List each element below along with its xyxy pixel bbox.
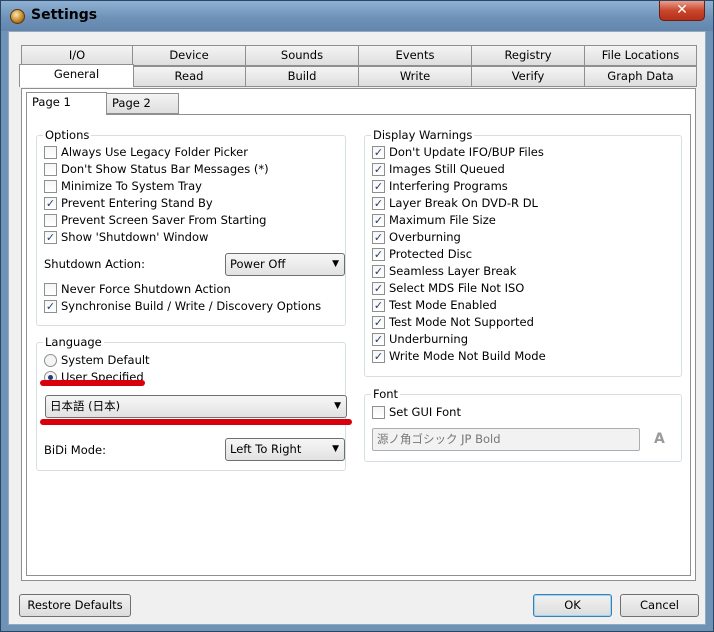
checkbox[interactable] [44, 163, 57, 176]
bidi-mode-label: BiDi Mode: [44, 443, 106, 457]
language-group: Language System Default User Specified 日… [36, 335, 347, 471]
ok-button[interactable]: OK [533, 594, 612, 617]
tab-events[interactable]: Events [358, 45, 472, 66]
general-tab-panel: Page 2 Options Always Use Legacy Folder … [21, 88, 696, 581]
title-bar[interactable]: Settings ✕ [1, 1, 713, 31]
dropdown-value: 日本語 (日本) [50, 399, 121, 413]
checkbox[interactable] [44, 283, 57, 296]
chevron-down-icon: ▼ [334, 401, 341, 411]
radio-button[interactable] [44, 354, 57, 367]
checkbox-label: Always Use Legacy Folder Picker [61, 145, 248, 159]
dropdown-value: Power Off [230, 257, 286, 271]
checkbox-checked[interactable]: ✓ [372, 231, 385, 244]
tab-general[interactable]: General [19, 64, 134, 87]
checkbox-label: Show 'Shutdown' Window [61, 230, 209, 244]
checkbox-label: Images Still Queued [389, 162, 505, 176]
tab-file-locations[interactable]: File Locations [584, 45, 697, 66]
annotation-underline [40, 419, 352, 425]
checkbox-checked[interactable]: ✓ [372, 333, 385, 346]
shutdown-action-label: Shutdown Action: [44, 257, 145, 271]
checkbox-label: Set GUI Font [389, 405, 461, 419]
options-group: Options Always Use Legacy Folder Picker … [36, 128, 346, 326]
checkbox[interactable] [44, 146, 57, 159]
app-icon [10, 9, 25, 24]
checkbox-label: Don't Update IFO/BUP Files [389, 145, 544, 159]
font-picker-icon[interactable]: A [654, 431, 665, 447]
checkbox-checked[interactable]: ✓ [372, 214, 385, 227]
chevron-down-icon: ▼ [332, 444, 339, 454]
checkbox-checked[interactable]: ✓ [372, 146, 385, 159]
tab-write[interactable]: Write [358, 66, 472, 87]
font-name-field[interactable]: 源ノ角ゴシック JP Bold [372, 428, 640, 451]
tab-registry[interactable]: Registry [471, 45, 585, 66]
annotation-underline [40, 380, 145, 386]
checkbox-label: Layer Break On DVD-R DL [389, 196, 538, 210]
radio-label: System Default [61, 353, 150, 367]
checkbox[interactable] [44, 214, 57, 227]
cancel-button[interactable]: Cancel [620, 594, 699, 617]
shutdown-action-dropdown[interactable]: Power Off ▼ [225, 253, 345, 276]
tab-build[interactable]: Build [245, 66, 359, 87]
language-dropdown[interactable]: 日本語 (日本) ▼ [45, 395, 347, 418]
checkbox-label: Interfering Programs [389, 179, 508, 193]
checkbox-checked[interactable]: ✓ [44, 300, 57, 313]
font-group: Font Set GUI Font 源ノ角ゴシック JP Bold A [364, 387, 682, 462]
tab-graph-data[interactable]: Graph Data [584, 66, 697, 87]
display-warnings-title: Display Warnings [371, 128, 475, 142]
tab-verify[interactable]: Verify [471, 66, 585, 87]
checkbox-label: Never Force Shutdown Action [61, 282, 231, 296]
checkbox-checked[interactable]: ✓ [372, 248, 385, 261]
tab-device[interactable]: Device [132, 45, 246, 66]
checkbox-label: Don't Show Status Bar Messages (*) [61, 162, 269, 176]
checkbox[interactable] [372, 406, 385, 419]
font-group-title: Font [371, 387, 401, 401]
checkbox-label: Synchronise Build / Write / Discovery Op… [61, 299, 322, 313]
checkbox-checked[interactable]: ✓ [372, 163, 385, 176]
settings-window: Settings ✕ I/O Device Sounds Events Regi… [0, 0, 714, 632]
language-group-title: Language [43, 335, 104, 349]
checkbox-label: Prevent Screen Saver From Starting [61, 213, 267, 227]
page-1-panel: Options Always Use Legacy Folder Picker … [26, 114, 691, 576]
dialog-client: I/O Device Sounds Events Registry File L… [8, 31, 706, 625]
close-button[interactable]: ✕ [659, 1, 705, 21]
checkbox-label: Underburning [389, 332, 468, 346]
checkbox-checked[interactable]: ✓ [372, 197, 385, 210]
checkbox-label: Test Mode Not Supported [389, 315, 534, 329]
checkbox-checked[interactable]: ✓ [372, 282, 385, 295]
checkbox-checked[interactable]: ✓ [372, 265, 385, 278]
restore-defaults-button[interactable]: Restore Defaults [19, 594, 131, 617]
tab-page-2[interactable]: Page 2 [106, 93, 179, 114]
tab-sounds[interactable]: Sounds [245, 45, 359, 66]
checkbox[interactable] [44, 180, 57, 193]
checkbox-checked[interactable]: ✓ [372, 180, 385, 193]
tab-page-1[interactable]: Page 1 [26, 92, 107, 115]
tab-io[interactable]: I/O [21, 45, 133, 66]
bidi-mode-dropdown[interactable]: Left To Right ▼ [225, 438, 345, 461]
options-group-title: Options [43, 128, 92, 142]
checkbox-checked[interactable]: ✓ [372, 316, 385, 329]
chevron-down-icon: ▼ [332, 259, 339, 269]
checkbox-checked[interactable]: ✓ [44, 231, 57, 244]
checkbox-checked[interactable]: ✓ [372, 350, 385, 363]
checkbox-label: Overburning [389, 230, 461, 244]
checkbox-label: Maximum File Size [389, 213, 496, 227]
checkbox-checked[interactable]: ✓ [44, 197, 57, 210]
checkbox-label: Prevent Entering Stand By [61, 196, 213, 210]
checkbox-label: Test Mode Enabled [389, 298, 497, 312]
checkbox-label: Write Mode Not Build Mode [389, 349, 546, 363]
checkbox-label: Select MDS File Not ISO [389, 281, 525, 295]
checkbox-label: Protected Disc [389, 247, 473, 261]
window-title: Settings [31, 7, 98, 23]
display-warnings-group: Display Warnings ✓ Don't Update IFO/BUP F… [364, 128, 682, 377]
tab-read[interactable]: Read [132, 66, 246, 87]
dropdown-value: Left To Right [230, 442, 302, 456]
checkbox-label: Minimize To System Tray [61, 179, 202, 193]
close-icon: ✕ [676, 2, 688, 18]
checkbox-label: Seamless Layer Break [389, 264, 517, 278]
checkbox-checked[interactable]: ✓ [372, 299, 385, 312]
